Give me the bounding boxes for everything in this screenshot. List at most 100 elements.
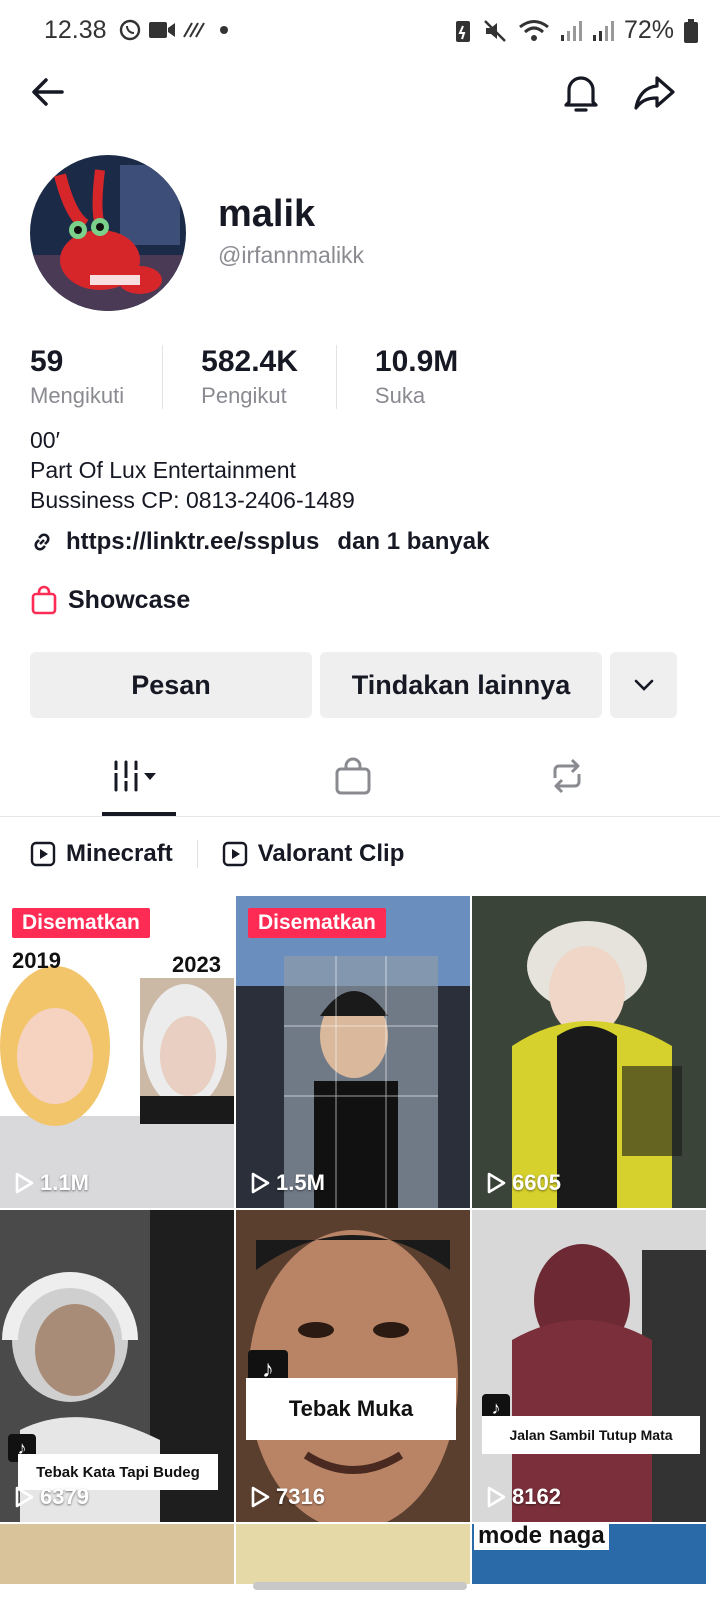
tab-videos[interactable] — [102, 736, 176, 816]
view-count: 1.1M — [14, 1170, 89, 1196]
stat-following[interactable]: 59 Mengikuti — [30, 345, 164, 409]
tab-shop[interactable] — [316, 736, 390, 816]
bell-icon — [564, 76, 598, 112]
arrow-left-icon — [32, 78, 64, 106]
stat-label: Pengikut — [201, 383, 287, 408]
video-tile[interactable]: 6605 — [472, 896, 706, 1208]
profile-name: malik — [218, 193, 316, 235]
video-caption: Jalan Sambil Tutup Mata — [482, 1416, 700, 1454]
play-icon — [251, 1172, 270, 1194]
avatar-image — [30, 155, 186, 311]
view-count: 6379 — [14, 1484, 89, 1510]
repost-icon — [553, 758, 581, 794]
battery-percent: 72% — [623, 16, 674, 44]
content-tabs — [0, 736, 720, 817]
status-time: 12.38 — [44, 16, 107, 44]
stat-likes[interactable]: 10.9M Suka — [375, 345, 496, 409]
signal-icon-2 — [592, 20, 614, 41]
bio-line: Bussiness CP: 0813-2406-1489 — [30, 487, 355, 513]
link-extra: dan 1 banyak — [337, 528, 490, 555]
showcase-label: Showcase — [68, 585, 191, 614]
mute-icon — [484, 19, 506, 42]
dot-icon — [220, 26, 228, 34]
play-icon — [15, 1172, 34, 1194]
view-count-value: 6379 — [40, 1484, 89, 1509]
active-tab-indicator — [102, 812, 176, 816]
video-caption: mode naga — [474, 1524, 609, 1550]
video-tile[interactable]: ♪ Tebak Muka 7316 — [236, 1210, 470, 1522]
video-tile[interactable]: mode naga — [472, 1524, 706, 1584]
stat-followers[interactable]: 582.4K Pengikut — [201, 345, 337, 409]
battery-icon — [684, 18, 698, 43]
share-arrow-icon — [634, 76, 675, 110]
view-count-value: 7316 — [276, 1484, 325, 1509]
video-tile[interactable]: Disematkan 2019 2023 1.1M — [0, 896, 234, 1208]
back-button[interactable] — [20, 64, 76, 120]
video-thumbnail — [472, 896, 706, 1208]
pinned-badge: Disematkan — [12, 908, 150, 938]
battery-saver-icon — [455, 20, 470, 42]
playlist-minecraft[interactable]: Minecraft — [30, 840, 173, 868]
more-actions-label: Tindakan lainnya — [351, 669, 571, 700]
showcase-link[interactable]: Showcase — [30, 585, 190, 615]
shopping-bag-icon — [335, 757, 371, 795]
year-label-left: 2019 — [12, 948, 61, 973]
bio-line: Part Of Lux Entertainment — [30, 457, 296, 483]
view-count: 7316 — [250, 1484, 325, 1510]
view-count: 6605 — [486, 1170, 561, 1196]
stat-label: Suka — [374, 383, 426, 408]
signal-icon — [560, 20, 582, 41]
view-count: 8162 — [486, 1484, 561, 1510]
home-indicator[interactable] — [253, 1582, 467, 1590]
view-count-value: 1.5M — [276, 1170, 325, 1195]
view-count-value: 6605 — [512, 1170, 561, 1195]
playlist-label: Minecraft — [66, 840, 173, 867]
share-button[interactable] — [627, 64, 683, 120]
divider — [196, 840, 198, 868]
status-system-icons: 72% — [454, 16, 698, 45]
profile-stats: 59 Mengikuti 582.4K Pengikut 10.9M Suka — [30, 345, 534, 409]
activity-icon — [183, 22, 205, 38]
tab-reposts[interactable] — [530, 736, 604, 816]
play-square-icon — [30, 841, 56, 867]
profile-bio: 00′ Part Of Lux Entertainment Bussiness … — [30, 425, 355, 515]
chevron-down-icon — [634, 679, 653, 691]
playlist-valorant[interactable]: Valorant Clip — [222, 840, 405, 868]
more-actions-button[interactable]: Tindakan lainnya — [320, 652, 602, 718]
video-tile[interactable] — [0, 1524, 234, 1584]
pinned-badge: Disematkan — [248, 908, 386, 938]
video-thumbnail — [236, 896, 470, 1208]
play-icon — [487, 1172, 506, 1194]
videos-grid-icon — [114, 760, 156, 792]
video-camera-icon — [149, 22, 175, 38]
stat-label: Mengikuti — [30, 383, 125, 408]
video-tile[interactable]: ♪ Jalan Sambil Tutup Mata 8162 — [472, 1210, 706, 1522]
bio-line: 00′ — [30, 427, 60, 453]
top-bar — [0, 62, 720, 122]
video-tile[interactable] — [236, 1524, 470, 1584]
video-tile[interactable]: ♪ Tebak Kata Tapi Budeg 6379 — [0, 1210, 234, 1522]
expand-button[interactable] — [610, 652, 677, 718]
view-count-value: 8162 — [512, 1484, 561, 1509]
avatar[interactable] — [30, 155, 186, 311]
play-icon — [487, 1486, 506, 1508]
play-square-icon — [222, 841, 247, 867]
link-icon — [34, 533, 50, 551]
wifi-icon — [519, 19, 549, 41]
video-thumbnail — [472, 1210, 706, 1522]
video-caption: Tebak Muka — [246, 1378, 456, 1440]
notification-button[interactable] — [553, 64, 609, 120]
profile-link[interactable]: https://linktr.ee/ssplus dan 1 banyak — [30, 528, 489, 556]
status-bar: 12.38 72% — [0, 0, 720, 62]
playlist-row: Minecraft Valorant Clip — [30, 840, 404, 868]
video-tile[interactable]: Disematkan 1.5M — [236, 896, 470, 1208]
whatsapp-icon — [119, 19, 141, 41]
stat-number: 582.4K — [201, 345, 298, 378]
profile-handle: @irfannmalikk — [218, 242, 365, 268]
playlist-label: Valorant Clip — [257, 840, 405, 867]
message-button-label: Pesan — [131, 669, 211, 700]
message-button[interactable]: Pesan — [30, 652, 312, 718]
stat-number: 10.9M — [374, 345, 459, 378]
shopping-bag-icon — [31, 585, 57, 615]
play-icon — [15, 1486, 34, 1508]
